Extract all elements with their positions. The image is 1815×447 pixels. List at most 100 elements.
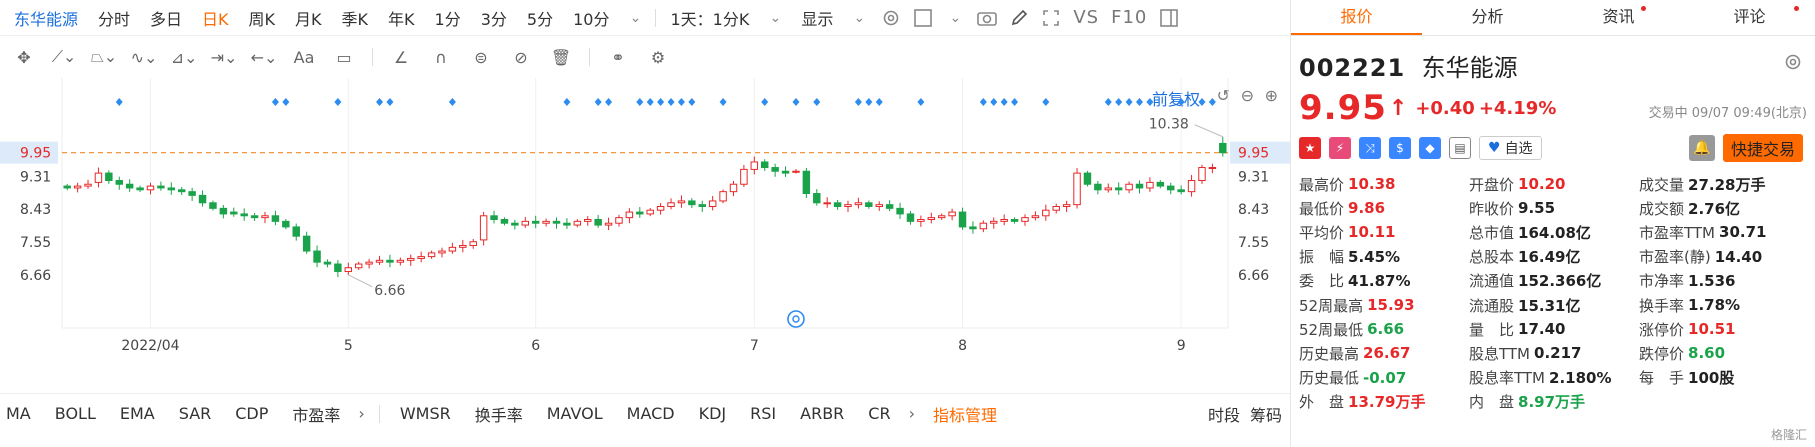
indicator-arbr[interactable]: ARBR [788,404,856,423]
candle-body [708,200,717,208]
tab-analysis[interactable]: 分析 [1422,0,1553,35]
indicator-ema[interactable]: EMA [108,404,167,423]
gear-icon[interactable] [878,5,904,31]
chevron-down-icon[interactable]: ⌄ [846,5,872,31]
event-marker [854,98,862,106]
period-monthly[interactable]: 月K [285,6,332,30]
chevron-down-icon[interactable]: ⌄ [762,5,788,31]
stock-code: 002221 [1299,54,1406,82]
polygon-tool-icon[interactable]: ⏢⌄ [89,44,119,70]
period-multiday[interactable]: 多日 [140,6,192,30]
tab-comments[interactable]: 评论 [1684,0,1815,35]
indicator-mavol[interactable]: MAVOL [535,404,615,423]
quote-grid: 最高价 10.38 开盘价 10.20 成交量 27.28万手 最低价 9.86 昨收价 9.55… [1299,172,1809,414]
checkbox-square-icon[interactable] [910,5,936,31]
period-1min[interactable]: 1分 [425,6,471,30]
shuffle-icon[interactable]: ⤨ [1359,137,1381,159]
comment-icon[interactable]: ▭ [329,44,359,70]
app-root: 东华能源 分时 多日 日K 周K 月K 季K 年K 1分 3分 5分 10分 ⌄… [0,0,1815,447]
candle-body [1083,172,1092,185]
bell-icon[interactable]: 🔔 [1688,135,1715,161]
indicator-cdp[interactable]: CDP [223,404,280,423]
quote-value: 10.11 [1348,223,1396,242]
fib-tool-icon[interactable]: ⊿⌄ [169,44,199,70]
camera-icon[interactable] [974,5,1000,31]
quote-value: 26.67 [1363,344,1411,363]
period-daily[interactable]: 日K [192,6,239,30]
indicator-boll[interactable]: BOLL [43,404,108,423]
kline-svg: 2022/04 5 6 7 8 9 9.95 9.95 9.31 9.31 8.43 8.43 7.55… [0,78,1290,354]
display-select[interactable]: 显示 [791,6,843,30]
event-marker [271,98,279,106]
kline-chart-area[interactable]: 前复权 ↺ ⊖ ⊕ 2022/04 5 6 7 8 9 9.95 9.95 9.31 9.31 8.… [0,78,1290,388]
interval-select[interactable]: 1天：1分K [660,6,759,30]
stock-name-link[interactable]: 东华能源 [0,6,88,30]
angle-icon[interactable]: ∠ [386,44,416,70]
bookmark-icon[interactable]: ▤ [1449,137,1471,159]
stock-name: 东华能源 [1421,54,1518,82]
event-marker [282,98,290,106]
candle-body [219,207,228,215]
add-watchlist-button[interactable]: ♥ 自选 [1479,136,1542,160]
tab-quote[interactable]: 报价 [1291,0,1422,35]
candle-body [1208,167,1217,170]
lightning-icon[interactable]: ⚡ [1329,137,1351,159]
indicator-macd[interactable]: MACD [615,404,687,423]
tab-session[interactable]: 时段 [1208,402,1240,426]
indicator-pe[interactable]: 市盈率 [280,402,352,426]
period-fenshi[interactable]: 分时 [88,6,140,30]
pencil-icon[interactable] [1006,5,1032,31]
chevron-down-icon[interactable]: ⌄ [622,5,648,31]
range-tool-icon[interactable]: ⇥⌄ [209,44,239,70]
candle-body [813,193,821,204]
quote-value: 15.93 [1367,296,1415,315]
x-tick-label: 8 [958,338,967,354]
period-5min[interactable]: 5分 [517,6,563,30]
chevron-right-icon[interactable]: › [352,404,370,423]
sidebar-toggle-icon[interactable] [1156,5,1182,31]
period-quarterly[interactable]: 季K [332,6,379,30]
line-tool-icon[interactable]: ⟋⌄ [49,44,79,70]
gear-icon[interactable] [1783,52,1803,76]
f10-button[interactable]: F10 [1105,7,1153,28]
quote-label: 市盈率(静) [1639,248,1711,267]
lock-icon[interactable]: ⊜ [466,44,496,70]
arrow-tool-icon[interactable]: ←⌄ [249,44,279,70]
indicator-wmsr[interactable]: WMSR [388,404,463,423]
candle-body [146,185,155,191]
indicator-rsi[interactable]: RSI [738,404,788,423]
period-yearly[interactable]: 年K [378,6,425,30]
wave-tool-icon[interactable]: ∿⌄ [129,44,159,70]
chevron-down-icon[interactable]: ⌄ [942,5,968,31]
indicator-manager-button[interactable]: 指标管理 [921,402,1009,426]
low-annotation-label: 6.66 [374,283,405,299]
hide-icon[interactable]: ⊘ [506,44,536,70]
move-cross-icon[interactable]: ✥ [9,44,39,70]
text-tool-icon[interactable]: Aa [289,44,319,70]
link-icon[interactable]: ⚭ [603,44,633,70]
quick-trade-button[interactable]: 快捷交易 [1722,134,1803,162]
stock-header: 002221 东华能源 [1291,36,1815,86]
tab-chips[interactable]: 筹码 [1250,402,1282,426]
magnet-icon[interactable]: ∩ [426,44,456,70]
settings-icon[interactable]: ⚙ [643,44,673,70]
event-marker [813,98,821,106]
candle-body [469,241,477,246]
period-3min[interactable]: 3分 [471,6,517,30]
vs-compare-button[interactable]: VS [1067,7,1105,28]
period-weekly[interactable]: 周K [239,6,286,30]
indicator-turnover[interactable]: 换手率 [463,402,535,426]
trash-icon[interactable]: 🗑 [546,44,576,70]
tag-icon[interactable]: ◆ [1419,137,1441,159]
indicator-ma[interactable]: MA [0,404,43,423]
fullscreen-icon[interactable] [1038,5,1064,31]
heart-icon: ♥ [1488,140,1501,156]
chevron-right-icon[interactable]: › [903,404,921,423]
indicator-cr[interactable]: CR [856,404,902,423]
candle-body [157,185,165,189]
indicator-kdj[interactable]: KDJ [687,404,739,423]
indicator-sar[interactable]: SAR [167,404,224,423]
dollar-icon[interactable]: $ [1389,137,1411,159]
period-10min[interactable]: 10分 [563,6,619,30]
tab-news[interactable]: 资讯 [1553,0,1684,35]
